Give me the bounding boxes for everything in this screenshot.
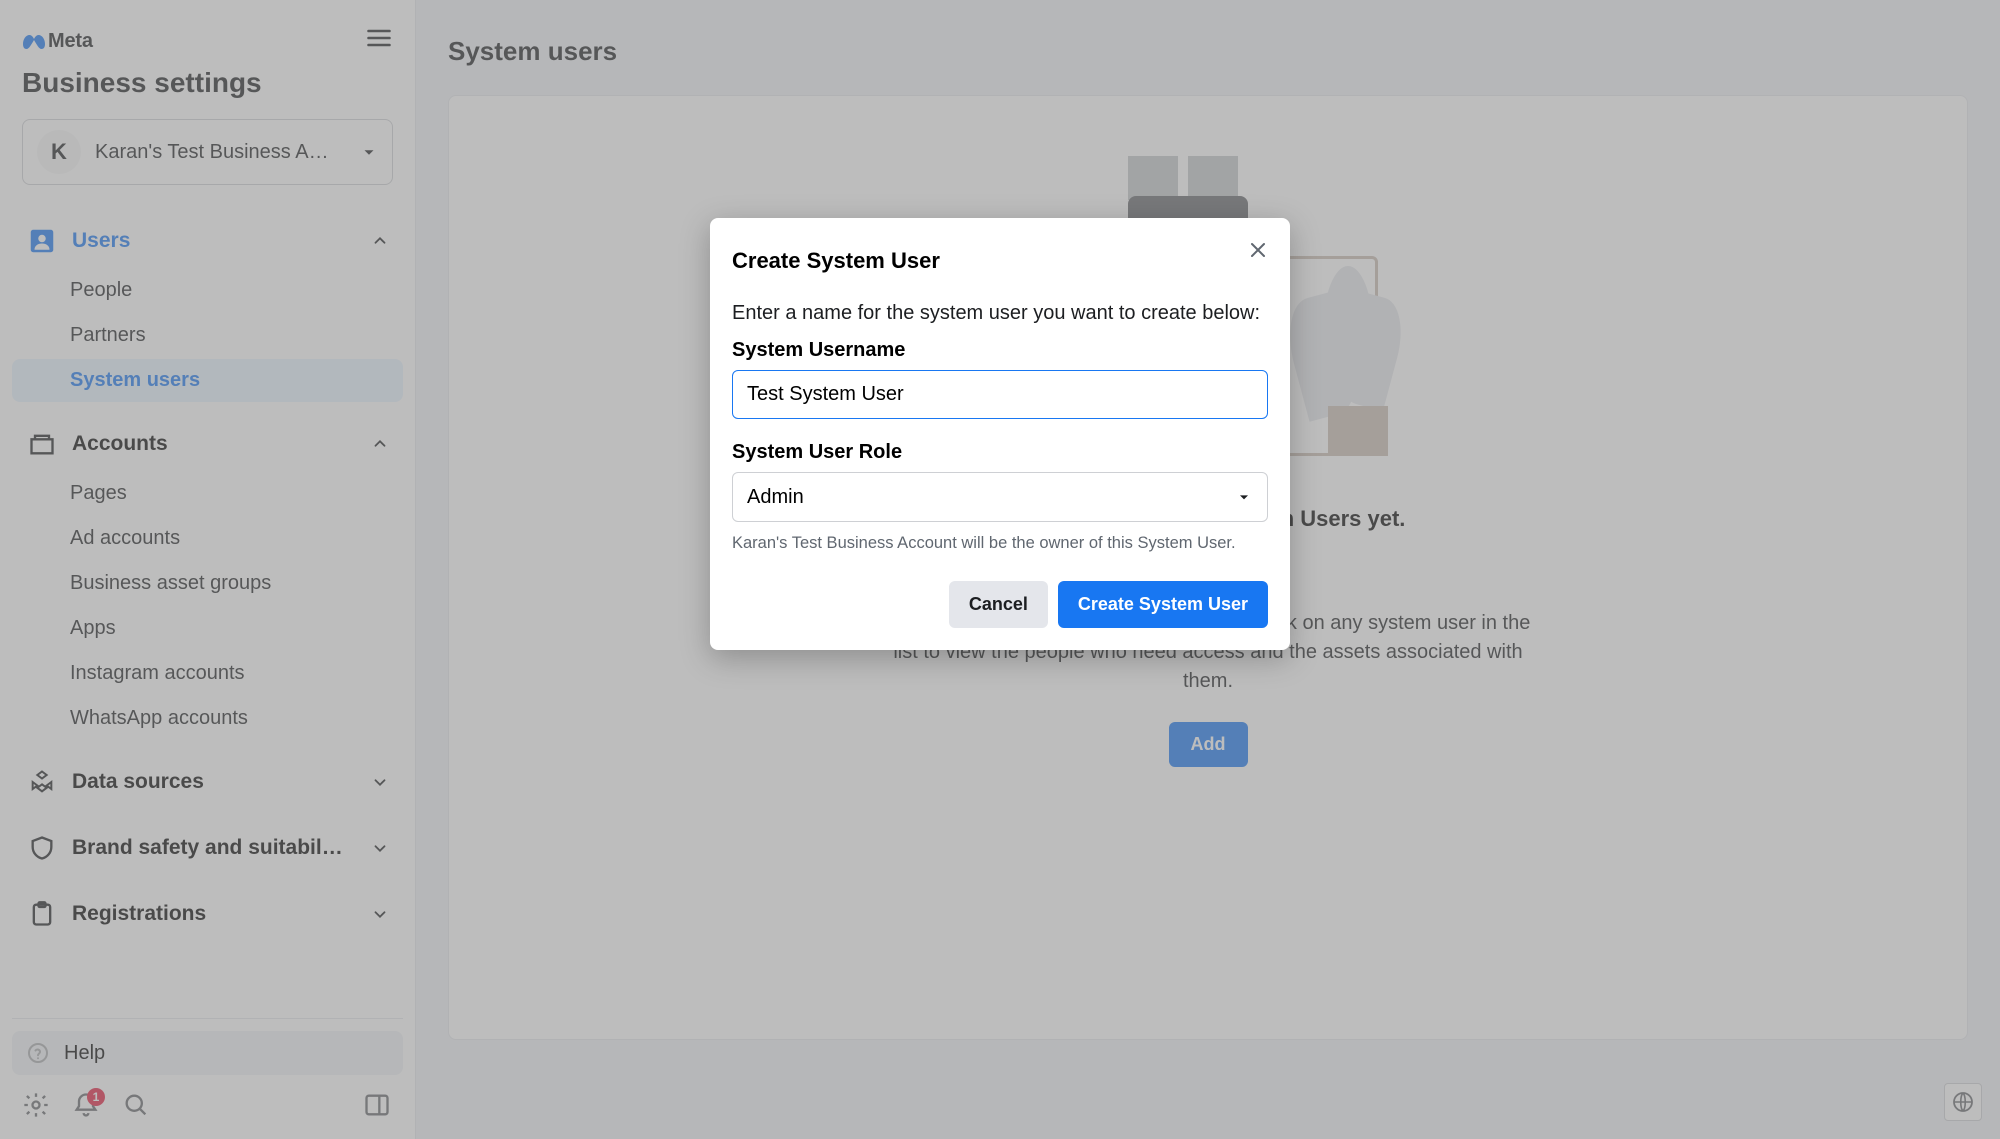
close-button[interactable] (1246, 238, 1272, 264)
cancel-button[interactable]: Cancel (949, 581, 1048, 628)
modal-title: Create System User (732, 248, 1268, 274)
modal-description: Enter a name for the system user you wan… (732, 302, 1268, 325)
role-label: System User Role (732, 441, 1268, 464)
username-label: System Username (732, 339, 1268, 362)
system-username-input[interactable] (732, 370, 1268, 419)
create-system-user-button[interactable]: Create System User (1058, 581, 1268, 628)
create-system-user-modal: Create System User Enter a name for the … (710, 218, 1290, 650)
modal-help-text: Karan's Test Business Account will be th… (732, 534, 1268, 553)
close-icon (1246, 238, 1270, 262)
system-user-role-select[interactable]: Admin (732, 472, 1268, 522)
